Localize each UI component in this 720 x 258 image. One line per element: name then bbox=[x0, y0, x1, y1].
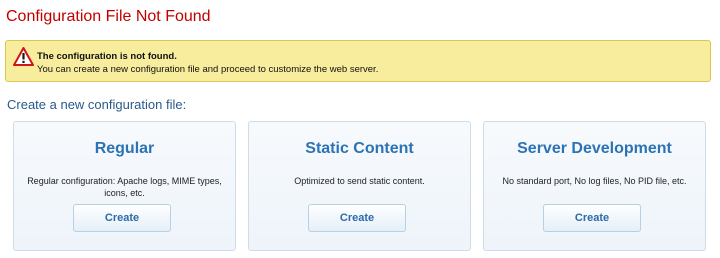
card-description: Regular configuration: Apache logs, MIME… bbox=[27, 176, 222, 198]
notice-title: The configuration is not found. bbox=[37, 51, 177, 62]
create-server-development-button[interactable]: Create bbox=[543, 204, 641, 232]
card-title: Regular bbox=[94, 140, 155, 157]
page-title: Configuration File Not Found bbox=[6, 8, 211, 25]
card-title: Server Development bbox=[517, 140, 672, 157]
create-regular-button[interactable]: Create bbox=[73, 204, 171, 232]
create-static-content-button[interactable]: Create bbox=[308, 204, 406, 232]
notice-text: You can create a new configuration file … bbox=[37, 64, 379, 75]
card-title: Static Content bbox=[305, 140, 414, 157]
configuration-page: Configuration File Not Found The configu… bbox=[0, 0, 720, 258]
card-description: Optimized to send static content. bbox=[294, 176, 425, 186]
section-heading: Create a new configuration file: bbox=[7, 97, 187, 112]
card-regular: Regular Regular configuration: Apache lo… bbox=[13, 121, 236, 251]
warning-icon bbox=[13, 47, 34, 66]
card-server-development: Server Development No standard port, No … bbox=[483, 121, 706, 251]
card-static-content: Static Content Optimized to send static … bbox=[248, 121, 471, 251]
card-description: No standard port, No log files, No PID f… bbox=[502, 176, 687, 186]
warning-notice: The configuration is not found. You can … bbox=[5, 40, 711, 82]
